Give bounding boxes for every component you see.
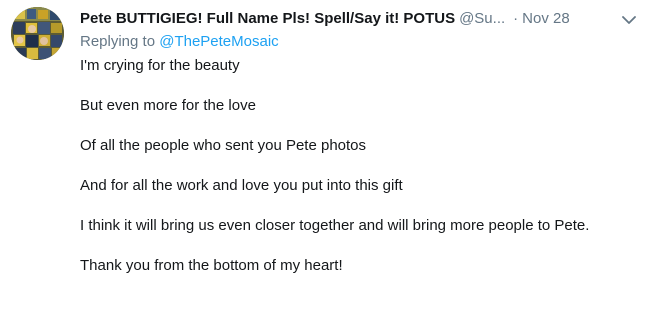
tweet-paragraph: Thank you from the bottom of my heart!: [80, 257, 343, 274]
tweet-paragraph: But even more for the love: [80, 97, 256, 114]
chevron-down-icon: [622, 16, 636, 24]
tweet-paragraph: Of all the people who sent you Pete phot…: [80, 137, 367, 154]
more-options-button[interactable]: [619, 10, 639, 30]
replying-to-mention-link[interactable]: @ThePeteMosaic: [159, 33, 278, 50]
tweet-paragraph: And for all the work and love you put in…: [80, 177, 403, 194]
avatar[interactable]: [11, 7, 64, 60]
timestamp[interactable]: Nov 28: [522, 10, 570, 27]
tweet-body: I'm crying for the beauty But even more …: [80, 56, 625, 296]
tweet-paragraph: I'm crying for the beauty: [80, 57, 240, 74]
replying-to-line: Replying to @ThePeteMosaic: [80, 32, 279, 52]
tweet-header: Pete BUTTIGIEG! Full Name Pls! Spell/Say…: [80, 9, 640, 29]
tweet[interactable]: Pete BUTTIGIEG! Full Name Pls! Spell/Say…: [0, 0, 653, 316]
tweet-paragraph: I think it will bring us even closer tog…: [80, 217, 590, 234]
separator: ·: [513, 10, 519, 27]
user-handle[interactable]: @Su...: [459, 10, 505, 27]
avatar-image: [11, 7, 64, 60]
replying-prefix: Replying to: [80, 33, 156, 50]
display-name[interactable]: Pete BUTTIGIEG! Full Name Pls! Spell/Say…: [80, 10, 455, 27]
